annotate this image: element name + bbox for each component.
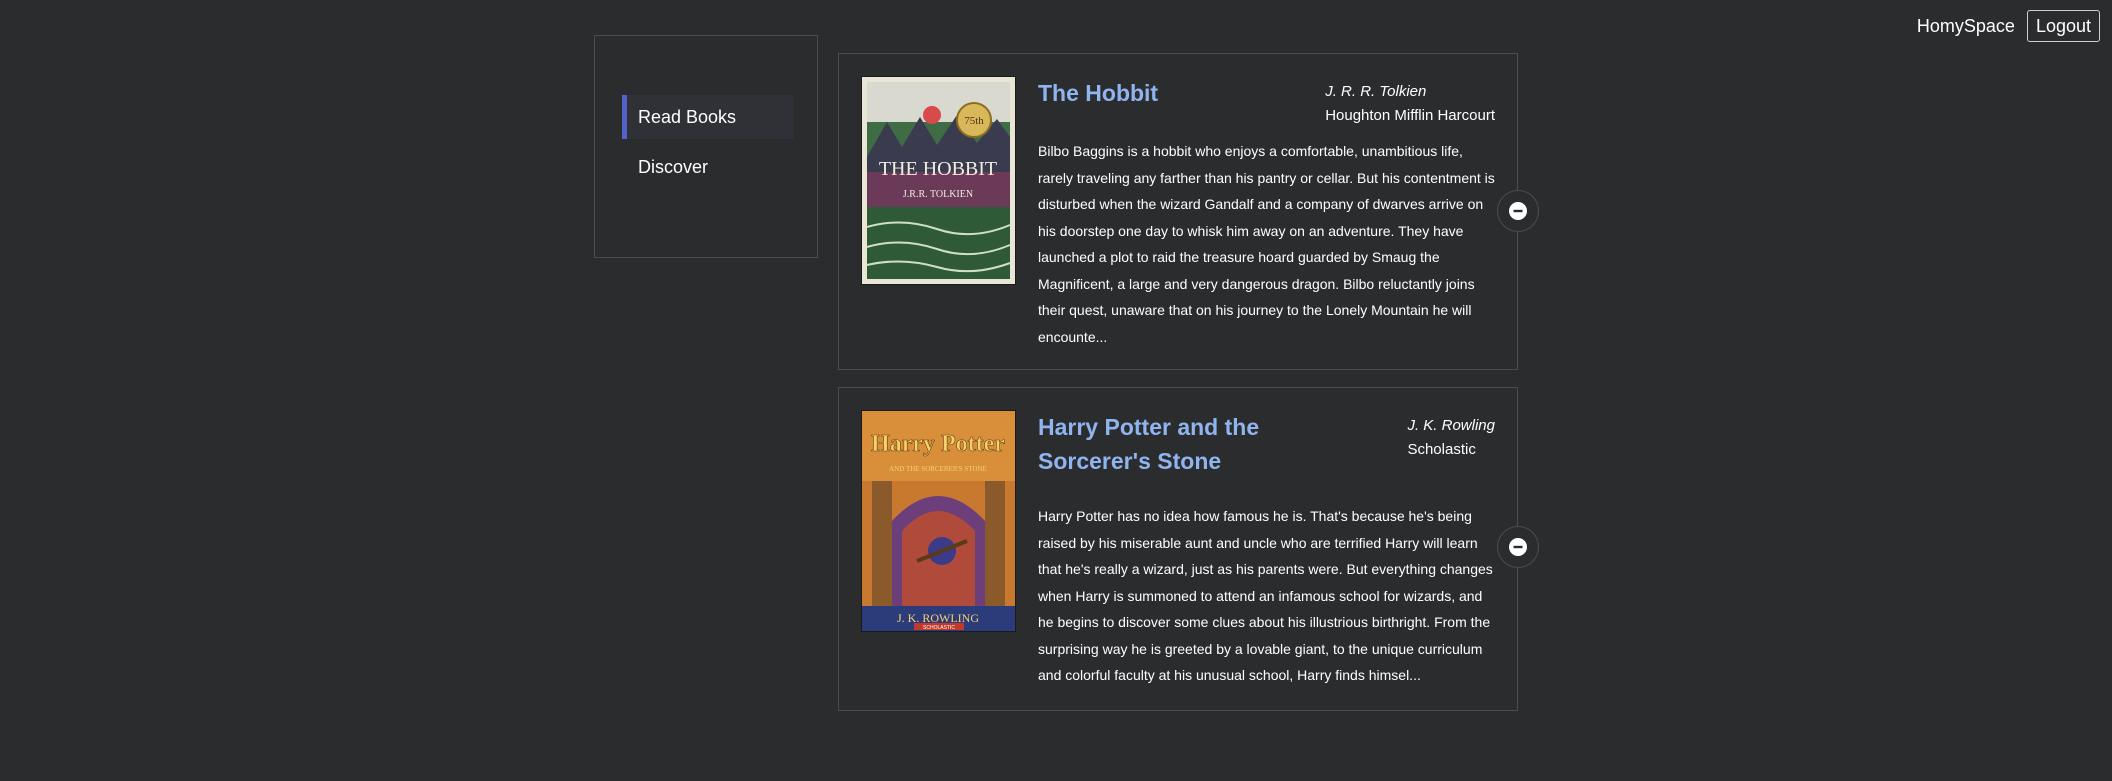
brand-name[interactable]: HomySpace (1917, 16, 2015, 37)
svg-text:AND THE SORCERER'S STONE: AND THE SORCERER'S STONE (889, 465, 987, 473)
svg-text:SCHOLASTIC: SCHOLASTIC (923, 625, 955, 631)
book-cover-image: Harry Potter AND THE SORCERER'S STONE J.… (861, 410, 1016, 632)
topbar: HomySpace Logout (1917, 10, 2100, 42)
book-description: Harry Potter has no idea how famous he i… (1038, 508, 1493, 683)
book-title-link[interactable]: The Hobbit (1038, 76, 1158, 110)
book-cover-image: 75th THE HOBBIT J.R.R. TOLKIEN (861, 76, 1016, 285)
book-author: J. R. R. Tolkien (1325, 83, 1427, 100)
book-card: 75th THE HOBBIT J.R.R. TOLKIEN The Hobbi… (838, 53, 1539, 370)
sidebar-item-read-books[interactable]: Read Books (622, 95, 794, 139)
svg-text:J.R.R. TOLKIEN: J.R.R. TOLKIEN (903, 189, 973, 200)
svg-text:75th: 75th (964, 115, 984, 127)
remove-book-button[interactable] (1497, 526, 1539, 568)
sidebar-item-label: Read Books (638, 107, 737, 127)
book-description: Bilbo Baggins is a hobbit who enjoys a c… (1038, 143, 1495, 345)
book-publisher: Houghton Mifflin Harcourt (1325, 107, 1495, 124)
book-author: J. K. Rowling (1407, 417, 1495, 434)
minus-circle-icon (1509, 202, 1527, 220)
sidebar-item-discover[interactable]: Discover (622, 145, 794, 189)
sidebar-item-label: Discover (638, 157, 709, 177)
logout-button[interactable]: Logout (2026, 10, 2100, 42)
book-meta: J. R. R. Tolkien Houghton Mifflin Harcou… (1325, 81, 1495, 129)
remove-book-button[interactable] (1497, 190, 1539, 232)
book-card: Harry Potter AND THE SORCERER'S STONE J.… (838, 387, 1539, 711)
minus-circle-icon (1509, 538, 1527, 556)
book-publisher: Scholastic (1407, 441, 1476, 458)
svg-text:THE HOBBIT: THE HOBBIT (879, 158, 997, 180)
book-meta: J. K. Rowling Scholastic (1407, 415, 1495, 463)
sidebar: Read Books Discover (594, 35, 818, 258)
svg-text:J. K. ROWLING: J. K. ROWLING (897, 611, 979, 625)
sidebar-nav: Read Books Discover (622, 95, 794, 195)
svg-text:Harry Potter: Harry Potter (871, 431, 1005, 457)
book-title-link[interactable]: Harry Potter and the Sorcerer's Stone (1038, 410, 1378, 478)
